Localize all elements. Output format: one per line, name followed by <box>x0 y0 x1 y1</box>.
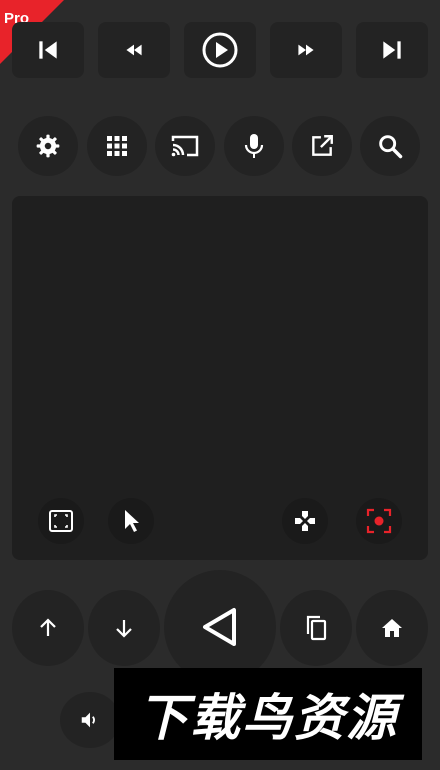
gamepad-icon <box>295 511 315 531</box>
copy-icon <box>306 615 327 641</box>
back-button[interactable] <box>164 570 276 684</box>
arrow-up-button[interactable] <box>12 590 84 666</box>
apps-grid-icon <box>107 136 127 156</box>
cast-icon <box>171 135 199 157</box>
microphone-icon <box>244 134 264 158</box>
cast-button[interactable] <box>155 116 215 176</box>
arrow-down-icon <box>116 620 132 638</box>
play-icon <box>202 32 238 68</box>
voice-button[interactable] <box>224 116 284 176</box>
skip-next-button[interactable] <box>356 22 428 78</box>
open-external-icon <box>312 135 333 156</box>
rewind-button[interactable] <box>98 22 170 78</box>
gamepad-button[interactable] <box>282 498 328 544</box>
fast-forward-icon <box>298 44 314 56</box>
open-external-button[interactable] <box>292 116 352 176</box>
skip-previous-icon <box>39 41 57 59</box>
arrow-down-button[interactable] <box>88 590 160 666</box>
play-button[interactable] <box>184 22 256 78</box>
screen-record-icon <box>366 508 392 534</box>
arrow-up-icon <box>40 618 56 636</box>
copy-button[interactable] <box>280 590 352 666</box>
pointer-mode-button[interactable] <box>108 498 154 544</box>
search-icon <box>379 135 403 159</box>
screen-record-button[interactable] <box>356 498 402 544</box>
watermark-banner: 下载鸟资源 <box>114 668 422 760</box>
skip-next-icon <box>383 41 401 59</box>
touchpad-area[interactable] <box>12 196 428 560</box>
skip-previous-button[interactable] <box>12 22 84 78</box>
apps-button[interactable] <box>87 116 147 176</box>
back-triangle-icon <box>203 608 236 646</box>
home-button[interactable] <box>356 590 428 666</box>
fullscreen-button[interactable] <box>38 498 84 544</box>
fast-forward-button[interactable] <box>270 22 342 78</box>
volume-button[interactable] <box>60 692 120 748</box>
home-icon <box>382 619 402 637</box>
settings-button[interactable] <box>18 116 78 176</box>
rewind-icon <box>126 44 142 56</box>
search-button[interactable] <box>360 116 420 176</box>
fullscreen-icon <box>49 510 73 532</box>
watermark-text: 下载鸟资源 <box>138 689 398 747</box>
volume-icon <box>81 712 95 728</box>
settings-icon <box>36 134 60 158</box>
pointer-icon <box>125 510 139 532</box>
